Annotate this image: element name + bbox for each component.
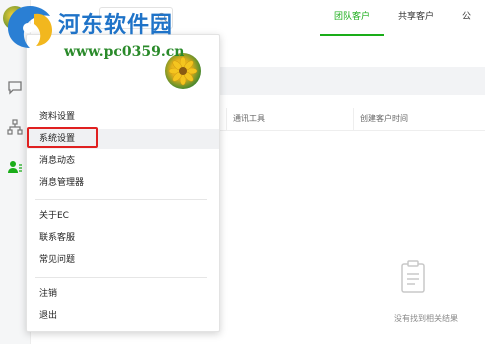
profile-dropdown-menu: 资料设置 系统设置 消息动态 消息管理器 关于EC 联系客服 常见问题 注销 退… — [26, 34, 220, 332]
customer-tabs: 团队客户 共享客户 公 — [320, 0, 485, 36]
menu-item-exit[interactable]: 退出 — [27, 306, 219, 326]
menu-item-message-manager[interactable]: 消息管理器 — [27, 173, 219, 193]
menu-item-logout[interactable]: 注销 — [27, 284, 219, 304]
menu-item-about-ec[interactable]: 关于EC — [27, 206, 219, 226]
menu-item-profile-settings[interactable]: 资料设置 — [27, 107, 219, 127]
menu-divider — [35, 277, 207, 278]
chat-icon[interactable] — [6, 78, 24, 96]
tab-public-customers[interactable]: 公 — [448, 0, 485, 34]
highlight-box — [27, 127, 98, 148]
menu-item-faq[interactable]: 常见问题 — [27, 250, 219, 270]
tab-team-customers[interactable]: 团队客户 — [320, 0, 385, 36]
search-input[interactable] — [99, 7, 173, 29]
user-avatar[interactable] — [3, 6, 27, 30]
menu-divider — [35, 199, 207, 200]
empty-state-text: 没有找到相关结果 — [394, 314, 458, 323]
menu-item-contact-support[interactable]: 联系客服 — [27, 228, 219, 248]
column-header: 创建客户时间 — [353, 108, 408, 130]
search-icon — [157, 12, 168, 23]
profile-avatar — [165, 53, 201, 89]
empty-clipboard-icon — [401, 260, 425, 293]
column-header: 通讯工具 — [226, 108, 265, 130]
menu-item-message-updates[interactable]: 消息动态 — [27, 151, 219, 171]
org-chart-icon[interactable] — [6, 118, 24, 136]
customers-icon[interactable] — [6, 158, 24, 176]
tab-shared-customers[interactable]: 共享客户 — [384, 0, 448, 34]
